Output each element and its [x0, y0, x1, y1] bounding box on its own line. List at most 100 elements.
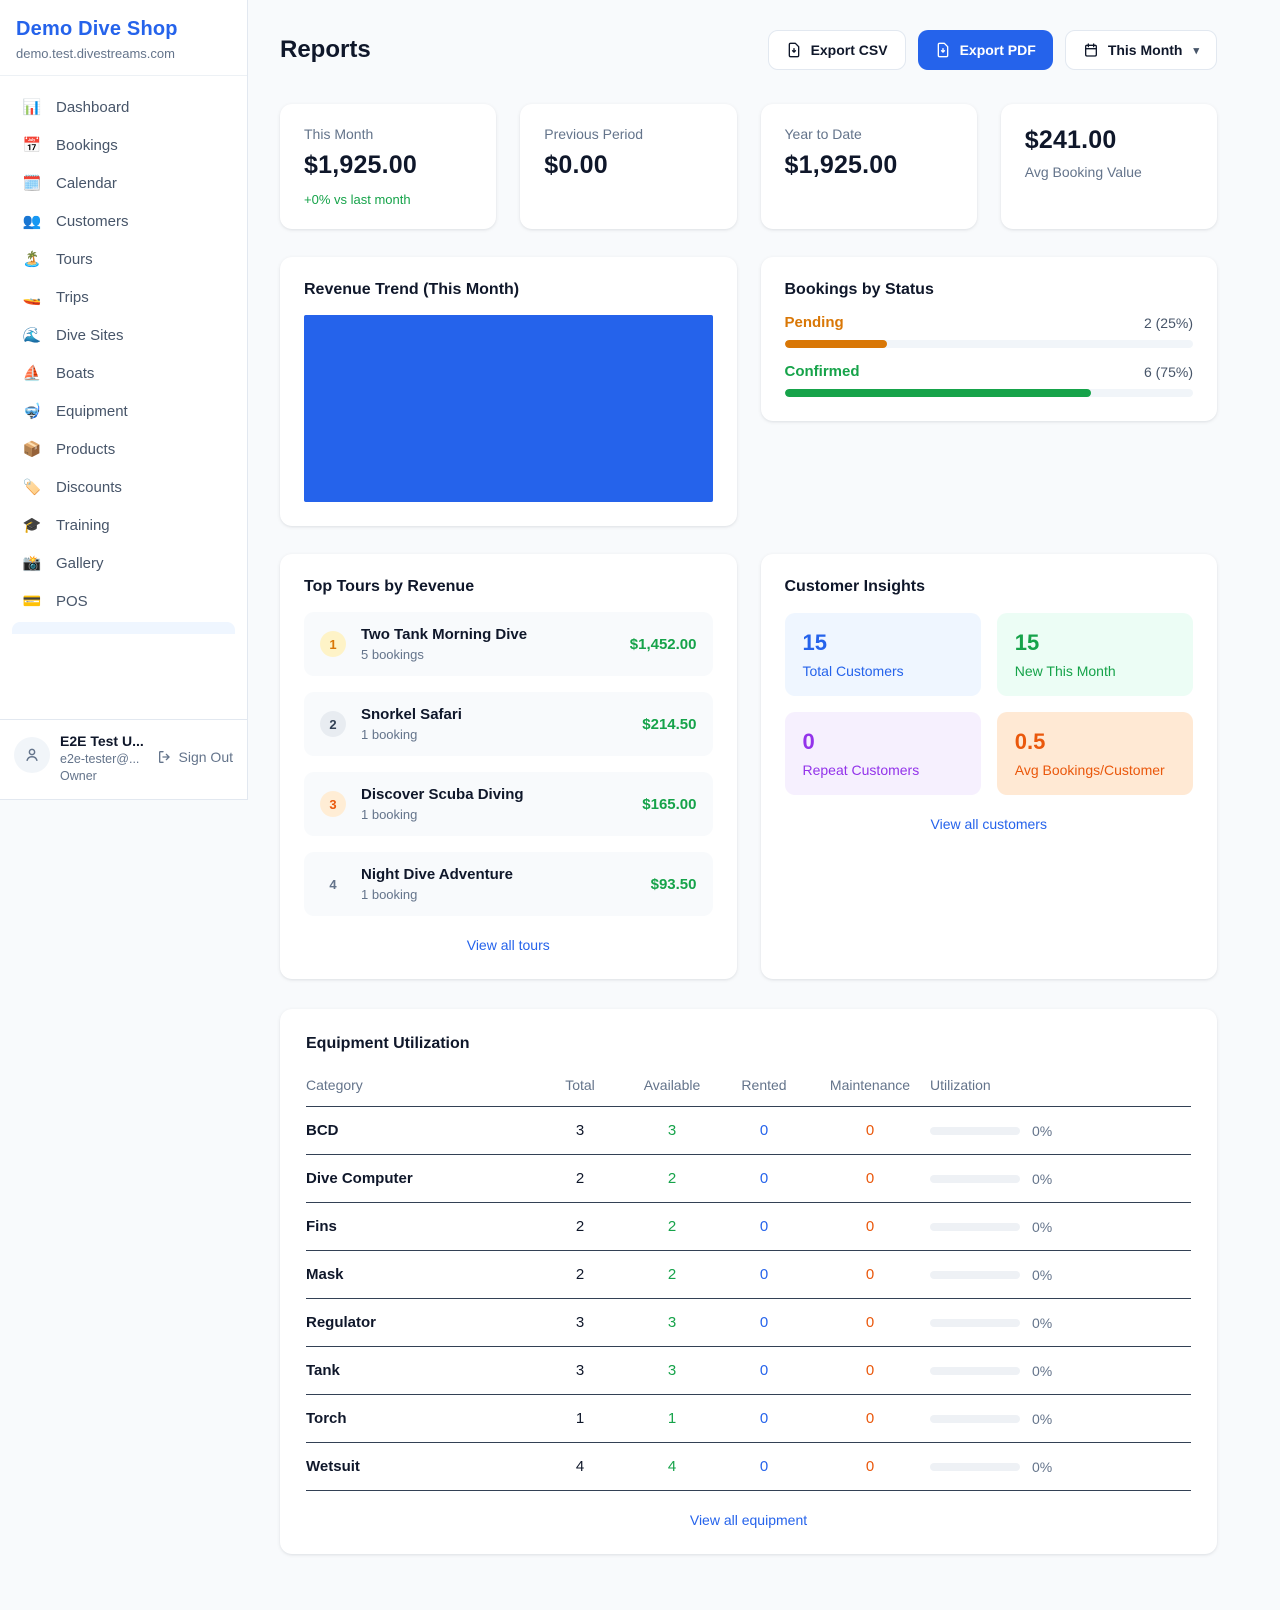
cell-rented: 0 [718, 1155, 810, 1203]
sign-out-button[interactable]: Sign Out [157, 749, 233, 765]
cell-category: Dive Computer [306, 1155, 534, 1203]
sidebar-item-calendar[interactable]: 🗓️Calendar [10, 164, 237, 202]
cell-available: 3 [626, 1347, 718, 1395]
view-all-equipment-link[interactable]: View all equipment [690, 1512, 807, 1528]
export-csv-button[interactable]: Export CSV [768, 30, 906, 70]
cell-category: BCD [306, 1107, 534, 1155]
table-row: Mask 2 2 0 0 0% [306, 1251, 1191, 1299]
table-row: Tank 3 3 0 0 0% [306, 1347, 1191, 1395]
cell-maintenance: 0 [810, 1395, 930, 1443]
document-download-icon [935, 42, 951, 58]
view-all-customers-link[interactable]: View all customers [931, 816, 1047, 832]
sidebar-item-dashboard[interactable]: 📊Dashboard [10, 88, 237, 126]
table-row: Regulator 3 3 0 0 0% [306, 1299, 1191, 1347]
utilization-pct: 0% [1032, 1315, 1052, 1331]
status-row-confirmed: Confirmed 6 (75%) [785, 363, 1194, 397]
sidebar-item-boats[interactable]: ⛵Boats [10, 354, 237, 392]
utilization-track [930, 1127, 1020, 1135]
sidebar-item-label: POS [56, 593, 88, 610]
sidebar-item-reports-partial[interactable] [12, 622, 235, 634]
package-icon: 📦 [22, 440, 42, 458]
sidebar-item-label: Customers [56, 213, 129, 230]
cell-maintenance: 0 [810, 1443, 930, 1491]
tour-revenue: $1,452.00 [630, 636, 697, 653]
utilization-pct: 0% [1032, 1123, 1052, 1139]
sidebar-item-label: Trips [56, 289, 89, 306]
user-info: E2E Test U... e2e-tester@... Owner [60, 733, 144, 783]
bookings-calendar-icon: 📅 [22, 136, 42, 154]
table-header-row: Category Total Available Rented Maintena… [306, 1069, 1191, 1107]
cell-total: 1 [534, 1395, 626, 1443]
sidebar-header: Demo Dive Shop demo.test.divestreams.com [0, 0, 247, 76]
status-row-pending: Pending 2 (25%) [785, 314, 1194, 348]
list-item-tour: 4 Night Dive Adventure 1 booking $93.50 [304, 852, 713, 916]
cell-total: 3 [534, 1107, 626, 1155]
wave-icon: 🌊 [22, 326, 42, 344]
customer-insights-card: Customer Insights 15 Total Customers 15 … [761, 554, 1218, 979]
cell-utilization: 0% [930, 1107, 1191, 1155]
cell-utilization: 0% [930, 1251, 1191, 1299]
credit-card-icon: 💳 [22, 592, 42, 610]
tour-bookings: 1 booking [361, 807, 524, 822]
sidebar-item-pos[interactable]: 💳 POS [10, 582, 237, 620]
cell-total: 3 [534, 1299, 626, 1347]
period-dropdown[interactable]: This Month ▾ [1065, 30, 1217, 70]
cell-total: 2 [534, 1155, 626, 1203]
cell-rented: 0 [718, 1347, 810, 1395]
sidebar-item-trips[interactable]: 🚤Trips [10, 278, 237, 316]
sidebar-item-training[interactable]: 🎓Training [10, 506, 237, 544]
column-header-category: Category [306, 1069, 534, 1107]
cell-utilization: 0% [930, 1443, 1191, 1491]
tour-revenue: $214.50 [642, 716, 696, 733]
cell-rented: 0 [718, 1299, 810, 1347]
utilization-pct: 0% [1032, 1363, 1052, 1379]
cell-rented: 0 [718, 1107, 810, 1155]
document-download-icon [786, 42, 802, 58]
sign-out-label: Sign Out [179, 749, 233, 765]
chevron-down-icon: ▾ [1193, 44, 1199, 57]
stat-label: Avg Booking Value [1025, 164, 1193, 180]
cell-available: 4 [626, 1443, 718, 1491]
avatar [14, 737, 50, 773]
rank-badge: 2 [320, 711, 346, 737]
stat-label: This Month [304, 126, 472, 142]
utilization-track [930, 1415, 1020, 1423]
view-all-tours-link[interactable]: View all tours [467, 937, 550, 953]
cell-total: 2 [534, 1203, 626, 1251]
sidebar-item-label: Tours [56, 251, 93, 268]
sidebar-item-discounts[interactable]: 🏷️Discounts [10, 468, 237, 506]
sidebar-item-tours[interactable]: 🏝️Tours [10, 240, 237, 278]
calendar-icon: 🗓️ [22, 174, 42, 192]
utilization-track [930, 1271, 1020, 1279]
utilization-track [930, 1367, 1020, 1375]
sidebar-item-bookings[interactable]: 📅Bookings [10, 126, 237, 164]
utilization-pct: 0% [1032, 1171, 1052, 1187]
insight-label: Repeat Customers [803, 762, 963, 778]
equipment-table: Category Total Available Rented Maintena… [306, 1069, 1191, 1491]
table-row: BCD 3 3 0 0 0% [306, 1107, 1191, 1155]
utilization-pct: 0% [1032, 1411, 1052, 1427]
cell-rented: 0 [718, 1443, 810, 1491]
sidebar-item-dive-sites[interactable]: 🌊 Dive Sites [10, 316, 237, 354]
sidebar-item-label: Dive Sites [56, 327, 124, 344]
cell-maintenance: 0 [810, 1251, 930, 1299]
sidebar-item-customers[interactable]: 👥Customers [10, 202, 237, 240]
list-item-tour: 1 Two Tank Morning Dive 5 bookings $1,45… [304, 612, 713, 676]
export-pdf-button[interactable]: Export PDF [918, 30, 1053, 70]
sidebar-item-gallery[interactable]: 📸Gallery [10, 544, 237, 582]
sidebar-item-label: Dashboard [56, 99, 129, 116]
sidebar-item-products[interactable]: 📦Products [10, 430, 237, 468]
stat-card-avg-booking-value: $241.00 Avg Booking Value [1001, 104, 1217, 229]
cell-utilization: 0% [930, 1347, 1191, 1395]
stat-card-this-month: This Month $1,925.00 +0% vs last month [280, 104, 496, 229]
stat-card-previous-period: Previous Period $0.00 [520, 104, 736, 229]
equipment-utilization-card: Equipment Utilization Category Total Ava… [280, 1009, 1217, 1554]
sidebar-item-equipment[interactable]: 🤿Equipment [10, 392, 237, 430]
column-header-utilization: Utilization [930, 1069, 1191, 1107]
top-tours-title: Top Tours by Revenue [304, 578, 713, 596]
status-count: 6 (75%) [1144, 364, 1193, 380]
status-count: 2 (25%) [1144, 315, 1193, 331]
cell-rented: 0 [718, 1203, 810, 1251]
bookings-by-status-title: Bookings by Status [785, 281, 1194, 299]
table-row: Torch 1 1 0 0 0% [306, 1395, 1191, 1443]
